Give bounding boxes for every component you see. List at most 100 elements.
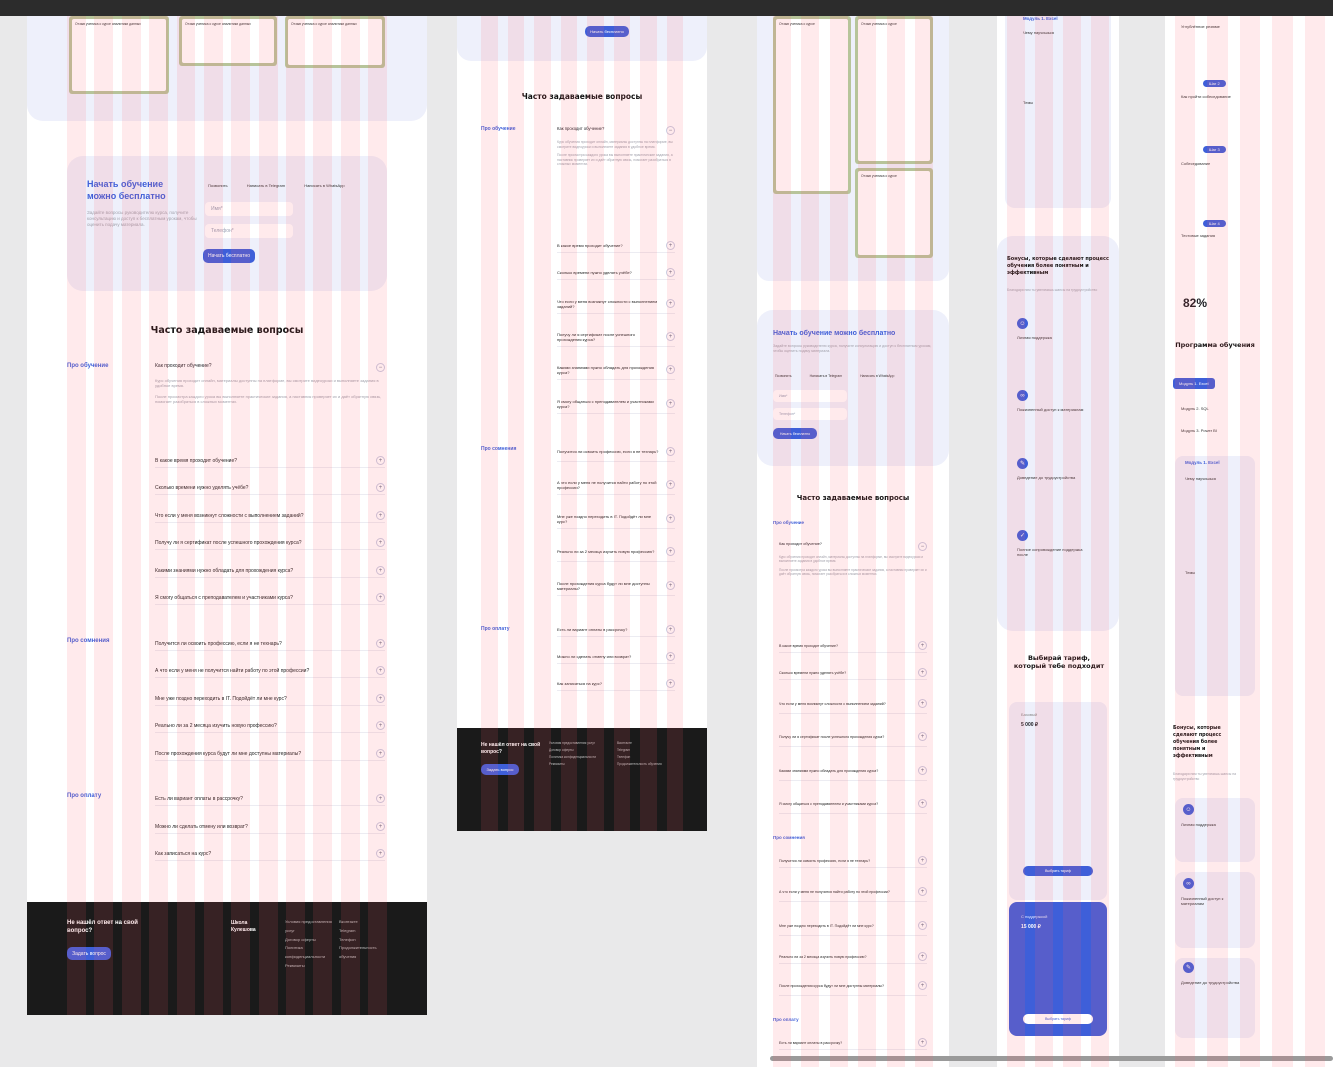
plus-icon[interactable]: + xyxy=(376,511,385,520)
faq-item[interactable]: Есть ли вариант оплаты в рассрочку? + xyxy=(557,623,675,637)
plus-icon[interactable]: + xyxy=(666,480,675,489)
footer-contacts[interactable]: Вконтакте Telegram Телефон Продолжительност… xyxy=(339,918,389,962)
frame-mobile-b[interactable]: Углублённое резюме Шаг 2 Как пройти собе… xyxy=(1165,16,1333,1067)
footer-links[interactable]: Условия предоставления услуг Договор офер… xyxy=(285,918,333,971)
plus-icon[interactable]: + xyxy=(918,799,927,808)
faq-item[interactable]: После прохождения курса будут ли мне дос… xyxy=(779,976,927,996)
plus-icon[interactable]: + xyxy=(918,981,927,990)
plus-icon[interactable]: + xyxy=(376,721,385,730)
footer-contacts[interactable]: Вконтакте Telegram Телефон Продолжительност… xyxy=(617,740,667,768)
plus-icon[interactable]: + xyxy=(376,794,385,803)
faq-item[interactable]: Я смогу общаться с преподавателем и учас… xyxy=(557,394,675,414)
plus-icon[interactable]: + xyxy=(918,1038,927,1047)
plus-icon[interactable]: + xyxy=(376,666,385,675)
ask-question-button[interactable]: Задать вопрос xyxy=(67,947,111,960)
plus-icon[interactable]: + xyxy=(666,268,675,277)
faq-item[interactable]: Сколько времени нужно уделять учёбе? + xyxy=(155,481,385,495)
frame-mobile-a[interactable]: Модуль 1. Excel Чему научишься Темы Бону… xyxy=(997,16,1119,1067)
select-tariff-button-pro[interactable]: Выбрать тариф xyxy=(1023,1014,1093,1024)
tab-telegram[interactable]: Написать в Telegram xyxy=(247,183,285,188)
plus-icon[interactable]: + xyxy=(376,849,385,858)
select-tariff-button[interactable]: Выбрать тариф xyxy=(1023,866,1093,876)
plus-icon[interactable]: + xyxy=(918,921,927,930)
plus-icon[interactable]: + xyxy=(918,856,927,865)
tab-call[interactable]: Позвонить xyxy=(208,183,228,188)
plus-icon[interactable]: + xyxy=(666,365,675,374)
faq-item[interactable]: Получу ли я сертификат после успешного п… xyxy=(155,536,385,550)
module-tab-2[interactable]: Модуль 2. SQL xyxy=(1181,406,1209,411)
start-free-button[interactable]: Начать бесплатно xyxy=(585,26,629,37)
faq-item[interactable]: Получу ли я сертификат после успешного п… xyxy=(557,327,675,347)
plus-icon[interactable]: + xyxy=(918,887,927,896)
frame-desktop[interactable]: Отзыв ученика о курсе аналитики данных О… xyxy=(27,16,427,1015)
faq-item[interactable]: Реально ли за 2 месяца изучить новую про… xyxy=(779,950,927,964)
faq-item[interactable]: Какими знаниями нужно обладать для прохо… xyxy=(779,761,927,781)
faq-item[interactable]: Сколько времени нужно уделять учёбе? + xyxy=(557,266,675,280)
plus-icon[interactable]: + xyxy=(376,822,385,831)
minus-icon[interactable]: − xyxy=(376,363,385,372)
plus-icon[interactable]: + xyxy=(666,241,675,250)
name-field[interactable]: Имя* xyxy=(773,390,847,402)
faq-item[interactable]: А что если у меня не получится найти раб… xyxy=(557,475,675,495)
name-field[interactable]: Имя* xyxy=(205,202,293,216)
plus-icon[interactable]: + xyxy=(376,639,385,648)
plus-icon[interactable]: + xyxy=(666,625,675,634)
faq-item[interactable]: Есть ли вариант оплаты в рассрочку? + xyxy=(155,792,385,806)
faq-item[interactable]: После прохождения курса будут ли мне дос… xyxy=(155,747,385,761)
faq-item[interactable]: Мне уже поздно переходить в IT. Подойдёт… xyxy=(155,692,385,706)
faq-item[interactable]: Реально ли за 2 месяца изучить новую про… xyxy=(557,542,675,562)
tab-whatsapp[interactable]: Написать в WhatsApp xyxy=(304,183,344,188)
start-free-button[interactable]: Начать бесплатно xyxy=(203,249,255,263)
plus-icon[interactable]: + xyxy=(666,679,675,688)
plus-icon[interactable]: + xyxy=(918,699,927,708)
faq-item[interactable]: Получу ли я сертификат после успешного п… xyxy=(779,727,927,747)
plus-icon[interactable]: + xyxy=(376,694,385,703)
faq-item[interactable]: А что если у меня не получится найти раб… xyxy=(779,882,927,902)
faq-open-item[interactable]: Как проходит обучение? − Курс обучения пр… xyxy=(557,126,675,167)
faq-item[interactable]: Мне уже поздно переходить в IT. Подойдёт… xyxy=(557,509,675,529)
module-tab-1[interactable]: Модуль 1. Excel xyxy=(1173,378,1215,389)
contact-tabs[interactable]: Позвонить Написать в Telegram Написать в W… xyxy=(775,374,912,378)
phone-field[interactable]: Телефон* xyxy=(773,408,847,420)
faq-item[interactable]: Какими знаниями нужно обладать для прохо… xyxy=(155,564,385,578)
ask-question-button[interactable]: Задать вопрос xyxy=(481,764,519,775)
faq-item[interactable]: Можно ли сделать отмену или возврат? + xyxy=(155,820,385,834)
faq-item[interactable]: В какое время проходит обучение? + xyxy=(557,239,675,253)
start-free-button[interactable]: Начать бесплатно xyxy=(773,428,817,439)
faq-open-item[interactable]: Как проходит обучение? − Курс обучения пр… xyxy=(155,363,385,405)
faq-item[interactable]: Что если у меня возникнут сложности с вы… xyxy=(557,294,675,314)
faq-item[interactable]: А что если у меня не получится найти раб… xyxy=(155,664,385,678)
plus-icon[interactable]: + xyxy=(666,399,675,408)
faq-item[interactable]: Реально ли за 2 месяца изучить новую про… xyxy=(155,719,385,733)
plus-icon[interactable]: + xyxy=(918,732,927,741)
footer-links[interactable]: Условия предоставления услуг Договор офер… xyxy=(549,740,605,768)
plus-icon[interactable]: + xyxy=(376,593,385,602)
faq-item[interactable]: Что если у меня возникнут сложности с вы… xyxy=(779,694,927,714)
plus-icon[interactable]: + xyxy=(666,547,675,556)
faq-item[interactable]: Получится ли освоить профессию, если я н… xyxy=(779,854,927,868)
plus-icon[interactable]: + xyxy=(666,447,675,456)
faq-item[interactable]: Как записаться на курс? + xyxy=(155,847,385,861)
plus-icon[interactable]: + xyxy=(666,581,675,590)
faq-item[interactable]: Какими знаниями нужно обладать для прохо… xyxy=(557,360,675,380)
plus-icon[interactable]: + xyxy=(918,641,927,650)
contact-tabs[interactable]: Позвонить Написать в Telegram Написать в… xyxy=(208,183,363,188)
plus-icon[interactable]: + xyxy=(666,514,675,523)
plus-icon[interactable]: + xyxy=(376,566,385,575)
frame-small-tablet[interactable]: Отзыв ученика о курсе Отзыв ученика о ку… xyxy=(757,16,949,1067)
faq-item[interactable]: Как записаться на курс? + xyxy=(557,677,675,691)
plus-icon[interactable]: + xyxy=(666,299,675,308)
horizontal-scrollbar[interactable] xyxy=(770,1056,1333,1061)
plus-icon[interactable]: + xyxy=(918,668,927,677)
plus-icon[interactable]: + xyxy=(376,538,385,547)
plus-icon[interactable]: + xyxy=(376,749,385,758)
faq-item[interactable]: Можно ли сделать отмену или возврат? + xyxy=(557,650,675,664)
minus-icon[interactable]: − xyxy=(666,126,675,135)
faq-open-item[interactable]: Как проходит обучение? − Курс обучения пр… xyxy=(779,542,927,576)
module-tab-3[interactable]: Модуль 3. Power BI xyxy=(1181,428,1217,433)
faq-item[interactable]: После прохождения курса будут ли мне дос… xyxy=(557,576,675,596)
plus-icon[interactable]: + xyxy=(918,952,927,961)
faq-item[interactable]: В какое время проходит обучение? + xyxy=(155,454,385,468)
plus-icon[interactable]: + xyxy=(918,766,927,775)
faq-item[interactable]: Мне уже поздно переходить в IT. Подойдёт… xyxy=(779,916,927,936)
